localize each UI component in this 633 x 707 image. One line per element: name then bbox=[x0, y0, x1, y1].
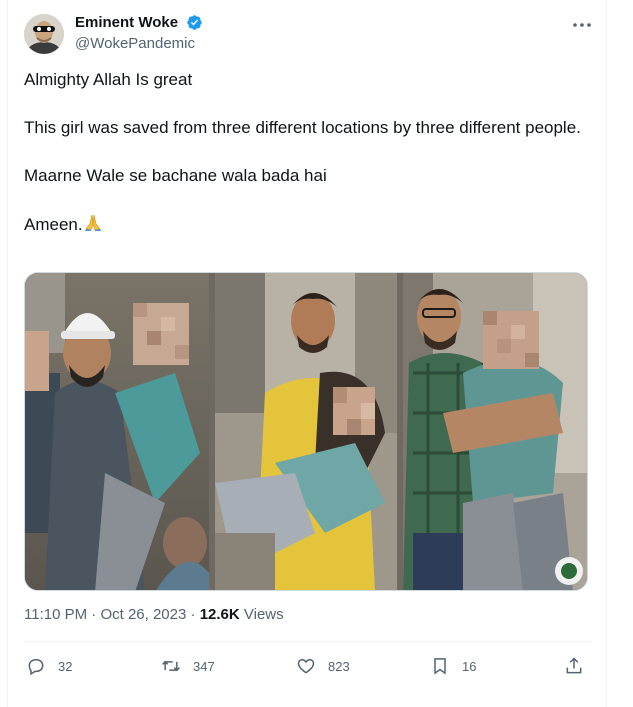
folded-hands-icon bbox=[84, 214, 101, 231]
tweet-paragraph: Ameen. bbox=[24, 215, 83, 234]
tweet-media-image[interactable] bbox=[24, 272, 588, 591]
meta-separator: · bbox=[190, 606, 196, 623]
bookmark-icon bbox=[434, 658, 446, 675]
divider bbox=[24, 641, 592, 642]
author-display-name[interactable]: Eminent Woke bbox=[75, 14, 178, 31]
tweet-time[interactable]: 11:10 PM bbox=[24, 606, 87, 623]
tweet-paragraph-last: Ameen. bbox=[24, 212, 584, 237]
tweet-paragraph: Almighty Allah Is great bbox=[24, 70, 193, 89]
like-count: 823 bbox=[328, 658, 350, 674]
tweet-paragraph: Maarne Wale se bachane wala bada hai bbox=[24, 166, 327, 185]
tweet-paragraph: This girl was saved from three different… bbox=[24, 118, 581, 137]
reply-count: 32 bbox=[58, 658, 73, 674]
views-count: 12.6K bbox=[199, 606, 240, 623]
bookmark-button[interactable]: 16 bbox=[430, 652, 476, 680]
retweet-count: 347 bbox=[193, 658, 215, 674]
retweet-button[interactable]: 347 bbox=[161, 652, 215, 680]
tweet-header: Eminent Woke @WokePandemic bbox=[24, 10, 599, 54]
tweet-meta: 11:10 PM · Oct 26, 2023 · 12.6K Views bbox=[24, 606, 284, 623]
reply-button[interactable]: 32 bbox=[26, 652, 72, 680]
verified-badge-icon bbox=[186, 15, 202, 31]
meta-separator: · bbox=[91, 606, 97, 623]
author-names: Eminent Woke @WokePandemic bbox=[75, 14, 203, 52]
tweet-text: Almighty Allah Is great This girl was sa… bbox=[24, 68, 584, 237]
tweet-date[interactable]: Oct 26, 2023 bbox=[100, 606, 186, 623]
like-button[interactable]: 823 bbox=[296, 652, 350, 680]
share-button[interactable] bbox=[564, 652, 596, 680]
share-icon bbox=[566, 657, 582, 674]
photo-panel-rescuer-helmet bbox=[25, 273, 209, 590]
tweet-actions: 32 347 823 16 bbox=[24, 652, 592, 680]
views-label: Views bbox=[243, 606, 284, 623]
heart-icon bbox=[297, 658, 315, 674]
photo-panel-rescuer-plaid-shirt bbox=[403, 273, 587, 590]
photo-panel-rescuer-yellow-shirt bbox=[215, 273, 397, 590]
reply-icon bbox=[28, 659, 44, 676]
more-options-icon[interactable] bbox=[571, 16, 593, 34]
retweet-icon bbox=[162, 660, 180, 672]
author-handle[interactable]: @WokePandemic bbox=[75, 35, 203, 52]
bookmark-count: 16 bbox=[462, 658, 477, 674]
author-avatar[interactable] bbox=[24, 14, 64, 54]
